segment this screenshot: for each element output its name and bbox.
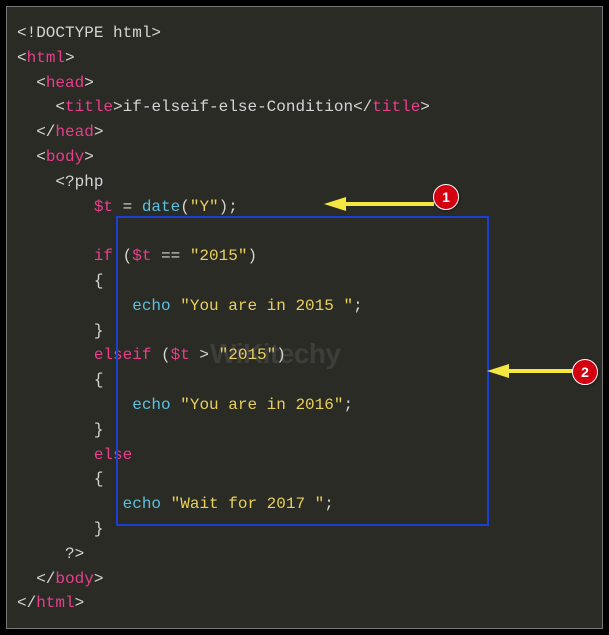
code-line: <body> <box>17 145 592 170</box>
code-line: </head> <box>17 120 592 145</box>
code-line: ?> <box>17 542 592 567</box>
annotation-badge-2: 2 <box>572 359 598 385</box>
code-line: } <box>17 517 592 542</box>
code-line: { <box>17 467 592 492</box>
code-line: } <box>17 418 592 443</box>
code-editor: <!DOCTYPE html> <html> <head> <title>if-… <box>6 6 603 629</box>
code-line: { <box>17 269 592 294</box>
code-line: <?php <box>17 170 592 195</box>
code-line: $t = date("Y"); <box>17 195 592 220</box>
code-line: <!DOCTYPE html> <box>17 21 592 46</box>
code-line: if ($t == "2015") <box>17 244 592 269</box>
arrow-1 <box>324 196 444 212</box>
code-line: else <box>17 443 592 468</box>
annotation-badge-1: 1 <box>433 184 459 210</box>
code-line: } <box>17 319 592 344</box>
code-line: echo "You are in 2016"; <box>17 393 592 418</box>
arrow-2 <box>487 363 581 379</box>
code-line: echo "Wait for 2017 "; <box>17 492 592 517</box>
code-line: <html> <box>17 46 592 71</box>
code-line: </body> <box>17 567 592 592</box>
code-line: <title>if-elseif-else-Condition</title> <box>17 95 592 120</box>
code-line: <head> <box>17 71 592 96</box>
code-line <box>17 219 592 244</box>
code-line: </html> <box>17 591 592 616</box>
code-line: echo "You are in 2015 "; <box>17 294 592 319</box>
